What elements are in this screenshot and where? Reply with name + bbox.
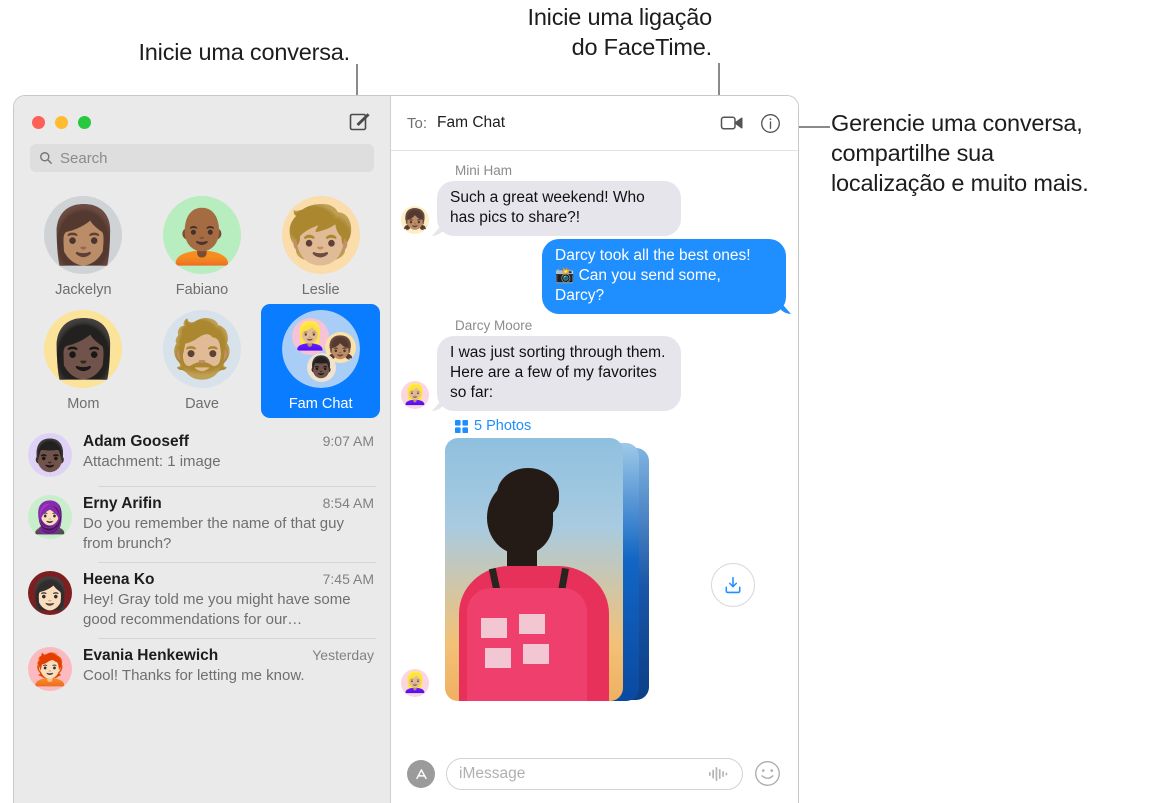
conversation-time: 9:07 AM (322, 433, 374, 449)
avatar-group: 👱🏼‍♀️ 👧🏽 👨🏿 (281, 310, 360, 388)
list-item[interactable]: 👨🏿 Adam Gooseff 9:07 AM Attachment: 1 im… (14, 424, 390, 486)
info-icon[interactable] (756, 109, 784, 137)
photo-card-front[interactable] (445, 438, 623, 701)
avatar: 👩🏿 (44, 310, 123, 388)
attachment-photos-count: 5 Photos (474, 418, 532, 434)
photo-stack[interactable] (445, 438, 651, 703)
search-placeholder: Search (60, 149, 108, 167)
pinned-item-dave[interactable]: 🧔🏼 Dave (143, 304, 262, 418)
conversation-preview: Do you remember the name of that guy fro… (83, 515, 344, 552)
imessage-placeholder: iMessage (459, 765, 526, 782)
list-item[interactable]: 👩🏻 Heena Ko 7:45 AM Hey! Gray told me yo… (14, 562, 390, 638)
sidebar: Search 👩🏽 Jackelyn 🧑🏾‍🦲 Fabiano 🧒🏼 Lesli… (14, 96, 390, 803)
group-avatar-1: 👱🏼‍♀️ (291, 318, 329, 355)
message-composer: iMessage (391, 745, 798, 803)
message-bubble-incoming[interactable]: Such a great weekend! Who has pics to sh… (437, 181, 681, 236)
attachment-row: 👱🏼‍♀️ (401, 438, 786, 703)
list-item[interactable]: 🧕🏻 Erny Arifin 8:54 AM Do you remember t… (14, 486, 390, 562)
conversation-preview: Cool! Thanks for letting me know. (83, 667, 305, 684)
pinned-item-leslie[interactable]: 🧒🏼 Leslie (261, 190, 380, 304)
message-list: Mini Ham 👧🏽 Such a great weekend! Who ha… (391, 151, 798, 745)
conversation-time: Yesterday (312, 647, 374, 663)
close-button[interactable] (32, 116, 45, 129)
minimize-button[interactable] (55, 116, 68, 129)
conversation-time: 7:45 AM (322, 571, 374, 587)
callout-line: Gerencie uma conversa, (831, 110, 1083, 136)
callout-line: do FaceTime. (571, 34, 713, 60)
search-icon (40, 152, 53, 165)
avatar: 🧑🏾‍🦲 (162, 196, 241, 274)
avatar: 👱🏼‍♀️ (401, 381, 429, 409)
download-icon[interactable] (711, 563, 755, 607)
avatar: 🧒🏼 (281, 196, 360, 274)
group-avatar-3: 👨🏿 (306, 353, 336, 382)
conversation-preview: Attachment: 1 image (83, 453, 221, 470)
pinned-item-mom[interactable]: 👩🏿 Mom (24, 304, 143, 418)
avatar: 👨🏿 (28, 433, 72, 477)
message-sender-name: Darcy Moore (455, 318, 533, 333)
callout-line: localização e muito mais. (831, 170, 1089, 196)
callout-line: Inicie uma ligação (527, 4, 712, 30)
pinned-item-label: Dave (185, 396, 219, 412)
callout-start-conversation: Inicie uma conversa. (86, 37, 350, 67)
pinned-item-fam-chat[interactable]: 👱🏼‍♀️ 👧🏽 👨🏿 Fam Chat (261, 304, 380, 418)
messages-window: Search 👩🏽 Jackelyn 🧑🏾‍🦲 Fabiano 🧒🏼 Lesli… (14, 96, 798, 803)
message-row: 👧🏽 Such a great weekend! Who has pics to… (401, 181, 786, 236)
conversation-name: Heena Ko (83, 571, 155, 588)
conversation-name: Adam Gooseff (83, 433, 189, 450)
avatar: 👩🏻 (28, 571, 72, 615)
recipient-name[interactable]: Fam Chat (437, 114, 505, 132)
message-bubble-incoming[interactable]: I was just sorting through them. Here ar… (437, 336, 681, 411)
conversation-preview: Hey! Gray told me you might have some go… (83, 591, 351, 628)
imessage-input[interactable]: iMessage (446, 758, 743, 790)
facetime-video-icon[interactable] (718, 109, 746, 137)
maximize-button[interactable] (78, 116, 91, 129)
pinned-item-label: Jackelyn (55, 282, 112, 298)
avatar: 🧑🏻‍🦰 (28, 647, 72, 691)
avatar: 🧔🏼 (162, 310, 241, 388)
to-label: To: (407, 114, 428, 132)
message-bubble-outgoing[interactable]: Darcy took all the best ones! 📸 Can you … (542, 239, 786, 314)
pinned-item-label: Fam Chat (288, 396, 353, 412)
pinned-item-fabiano[interactable]: 🧑🏾‍🦲 Fabiano (143, 190, 262, 304)
conversation-pane: To: Fam Chat Mini Ham 👧🏽 Such a great we… (390, 96, 798, 803)
pinned-item-jackelyn[interactable]: 👩🏽 Jackelyn (24, 190, 143, 304)
avatar: 👧🏽 (401, 206, 429, 234)
pinned-item-label: Mom (67, 396, 100, 412)
avatar: 🧕🏻 (28, 495, 72, 539)
conversation-list: 👨🏿 Adam Gooseff 9:07 AM Attachment: 1 im… (14, 422, 390, 803)
callout-start-facetime: Inicie uma ligação do FaceTime. (470, 2, 712, 62)
photo-grid-icon (455, 419, 468, 433)
callout-manage-conversation: Gerencie uma conversa, compartilhe sua l… (831, 108, 1168, 198)
search-container: Search (14, 144, 390, 182)
attachment-photos-label[interactable]: 5 Photos (455, 418, 786, 434)
pinned-item-label: Leslie (301, 282, 340, 298)
conversation-time: 8:54 AM (322, 495, 374, 511)
message-sender-name: Mini Ham (455, 163, 513, 178)
list-item[interactable]: 🧑🏻‍🦰 Evania Henkewich Yesterday Cool! Th… (14, 638, 390, 700)
search-input[interactable]: Search (30, 144, 374, 172)
avatar: 👱🏼‍♀️ (401, 669, 429, 697)
message-row: Darcy took all the best ones! 📸 Can you … (401, 239, 786, 314)
conversation-name: Evania Henkewich (83, 647, 219, 664)
app-store-icon[interactable] (407, 760, 435, 788)
thread-header: To: Fam Chat (391, 96, 798, 151)
photo-thumbnail (445, 438, 623, 701)
pinned-conversations-grid: 👩🏽 Jackelyn 🧑🏾‍🦲 Fabiano 🧒🏼 Leslie 👩🏿 Mo… (14, 182, 390, 422)
audio-waveform-icon[interactable] (708, 766, 730, 782)
avatar: 👩🏽 (44, 196, 123, 274)
compose-icon[interactable] (348, 110, 372, 134)
callout-line: compartilhe sua (831, 140, 994, 166)
callout-line: Inicie uma conversa. (138, 39, 350, 65)
sidebar-toolbar (14, 96, 390, 144)
pinned-item-label: Fabiano (175, 282, 229, 298)
message-row: 👱🏼‍♀️ I was just sorting through them. H… (401, 336, 786, 411)
emoji-smiley-icon[interactable] (754, 760, 782, 788)
conversation-name: Erny Arifin (83, 495, 162, 512)
